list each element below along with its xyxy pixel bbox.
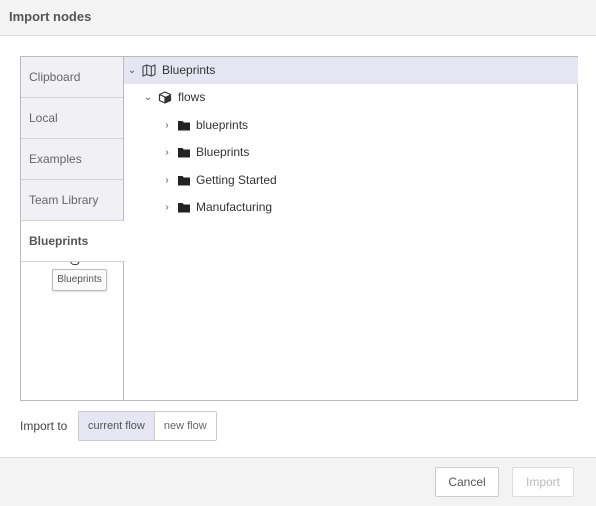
- tab-clipboard[interactable]: Clipboard: [21, 57, 123, 98]
- tree-folder-row[interactable]: › Blueprints: [124, 139, 578, 166]
- dialog-header: Import nodes: [0, 0, 596, 36]
- tree-item-label: Manufacturing: [196, 200, 273, 214]
- current-flow-button[interactable]: current flow: [79, 412, 155, 440]
- tree-folder-row[interactable]: › blueprints: [124, 112, 578, 139]
- tab-examples[interactable]: Examples: [21, 139, 123, 180]
- tooltip: Blueprints: [52, 269, 107, 291]
- blueprint-tree: ⌄ Blueprints ⌄ flows › blueprints › Blue…: [124, 57, 578, 400]
- tree-folder-row[interactable]: › Manufacturing: [124, 194, 578, 221]
- folder-icon: [178, 148, 190, 158]
- chevron-right-icon[interactable]: ›: [162, 112, 172, 139]
- tree-item-label: Blueprints: [162, 63, 216, 77]
- chevron-right-icon[interactable]: ›: [162, 167, 172, 194]
- tree-root-blueprints[interactable]: ⌄ Blueprints: [124, 57, 578, 84]
- tree-item-label: blueprints: [196, 118, 249, 132]
- new-flow-button[interactable]: new flow: [154, 412, 216, 440]
- import-source-tabs: Clipboard Local Examples Team Library Bl…: [21, 57, 125, 400]
- import-target-toggle: current flow new flow: [78, 411, 217, 441]
- folder-icon: [178, 203, 190, 213]
- import-button[interactable]: Import: [512, 467, 574, 497]
- folder-icon: [178, 176, 190, 186]
- tab-team-library[interactable]: Team Library: [21, 180, 123, 221]
- tree-item-label: flows: [178, 90, 206, 104]
- tree-item-label: Blueprints: [196, 145, 250, 159]
- import-panel: Clipboard Local Examples Team Library Bl…: [20, 56, 578, 401]
- tree-item-flows[interactable]: ⌄ flows: [124, 84, 578, 111]
- map-icon: [142, 64, 156, 77]
- cancel-button[interactable]: Cancel: [435, 467, 499, 497]
- tab-blueprints[interactable]: Blueprints: [21, 221, 125, 262]
- tree-item-label: Getting Started: [196, 173, 277, 187]
- chevron-down-icon[interactable]: ⌄: [143, 84, 153, 111]
- cube-icon: [158, 91, 172, 104]
- chevron-right-icon[interactable]: ›: [162, 194, 172, 221]
- import-to-label: Import to: [20, 419, 68, 433]
- chevron-right-icon[interactable]: ›: [162, 139, 172, 166]
- dialog-title: Import nodes: [9, 9, 92, 24]
- tab-local[interactable]: Local: [21, 98, 123, 139]
- folder-icon: [178, 121, 190, 131]
- chevron-down-icon[interactable]: ⌄: [127, 57, 137, 84]
- dialog-footer: Cancel Import: [0, 457, 596, 506]
- tree-folder-row[interactable]: › Getting Started: [124, 167, 578, 194]
